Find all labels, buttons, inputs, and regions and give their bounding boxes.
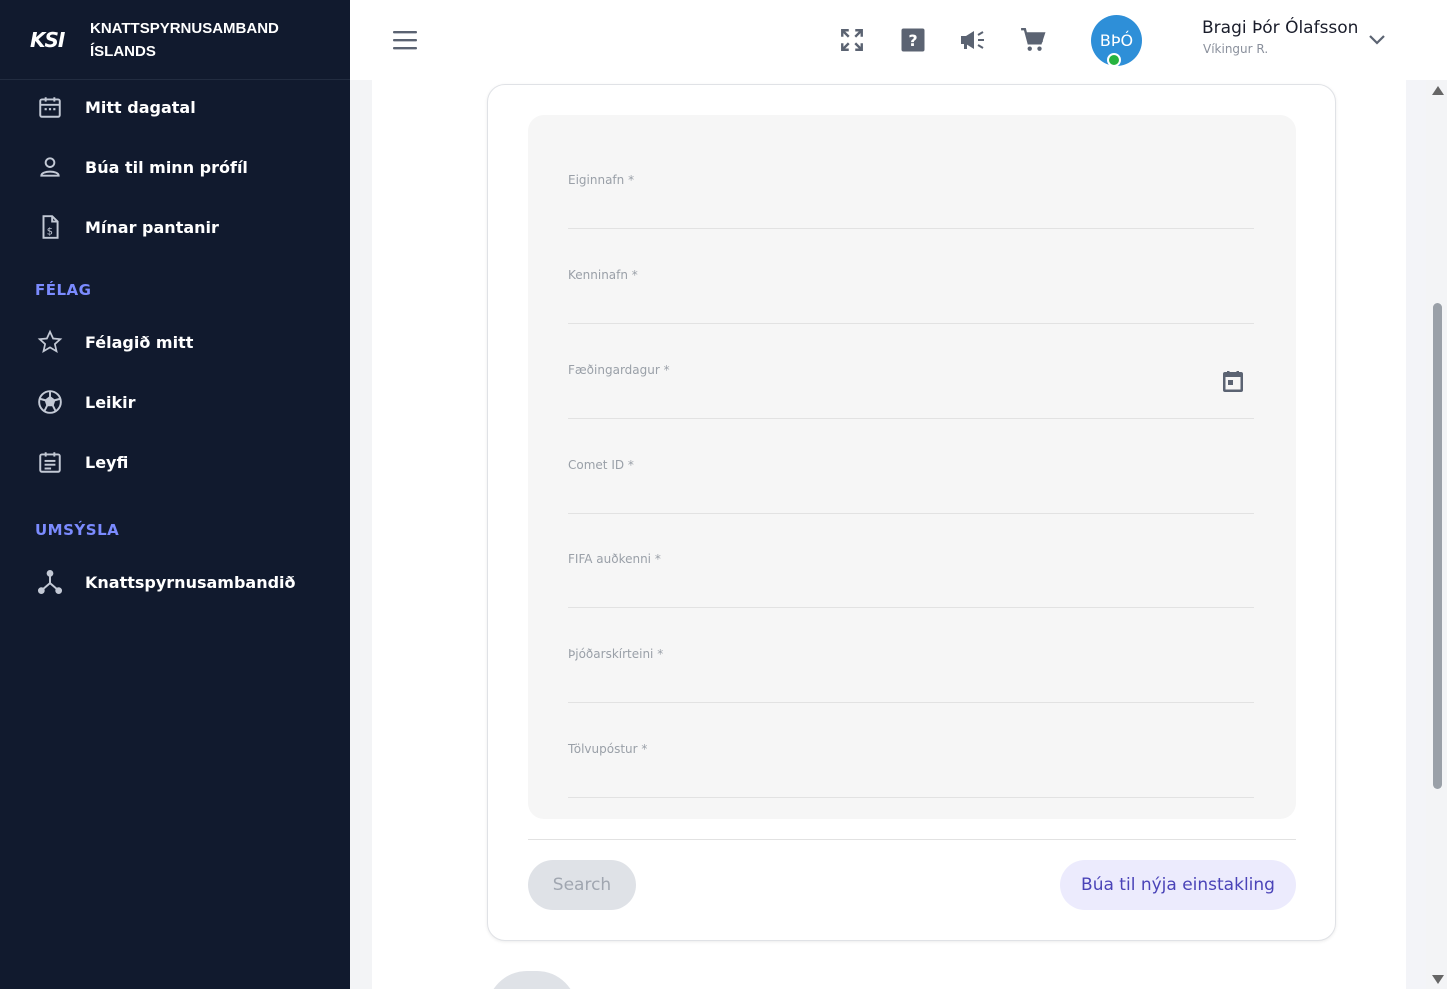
topbar: ? BÞÓ Bragi Þór Ólafsson Víkingur R.: [350, 0, 1447, 80]
svg-text:$: $: [47, 227, 53, 238]
announcement-icon[interactable]: [958, 25, 988, 55]
eiginnafn-field[interactable]: Eiginnafn *: [568, 140, 1254, 229]
partially-visible-button[interactable]: [487, 971, 577, 989]
sidebar-item-mitt-dagatal[interactable]: Mitt dagatal: [0, 87, 350, 127]
brand-name-line1: KNATTSPYRNUSAMBAND: [90, 19, 279, 37]
sidebar-item-label: Búa til minn prófíl: [85, 157, 248, 177]
menu-icon[interactable]: [390, 25, 420, 55]
star-icon: [37, 329, 63, 355]
section-title-umsysla: UMSÝSLA: [35, 521, 120, 539]
field-label: FIFA auðkenni *: [568, 552, 661, 566]
search-button[interactable]: Search: [528, 860, 636, 910]
divider: [528, 839, 1296, 840]
national-id-field[interactable]: Þjóðarskírteini *: [568, 614, 1254, 703]
invoice-icon: $: [37, 214, 63, 240]
field-label: Eiginnafn *: [568, 173, 635, 187]
license-icon: [37, 449, 63, 475]
search-person-card: Eiginnafn * Kenninafn * Fæðingardagur * …: [487, 84, 1336, 941]
brand-name-line2: ÍSLANDS: [90, 42, 156, 60]
avatar-initials: BÞÓ: [1099, 31, 1134, 50]
sidebar-item-label: Félagið mitt: [85, 332, 194, 352]
brand-header[interactable]: KSI KNATTSPYRNUSAMBAND ÍSLANDS: [0, 0, 350, 80]
user-name[interactable]: Bragi Þór Ólafsson: [1202, 18, 1358, 38]
online-status-indicator: [1107, 53, 1121, 67]
faedingardagur-field[interactable]: Fæðingardagur *: [568, 330, 1254, 419]
sidebar-item-label: Mínar pantanir: [85, 217, 219, 237]
section-title-felag: FÉLAG: [35, 281, 92, 299]
search-form-panel: Eiginnafn * Kenninafn * Fæðingardagur * …: [528, 115, 1296, 819]
chevron-down-icon[interactable]: [1362, 25, 1392, 55]
calendar-icon[interactable]: [1222, 369, 1244, 397]
sidebar-item-label: Leyfi: [85, 452, 129, 472]
cart-icon[interactable]: [1018, 25, 1048, 55]
sidebar-item-minar-pantanir[interactable]: $ Mínar pantanir: [0, 207, 350, 247]
scroll-thumb[interactable]: [1433, 303, 1442, 789]
sidebar: KSI KNATTSPYRNUSAMBAND ÍSLANDS Mitt daga…: [0, 0, 350, 989]
sidebar-item-leyfi[interactable]: Leyfi: [0, 442, 350, 482]
scrollbar[interactable]: [1406, 80, 1447, 989]
brand-name: KNATTSPYRNUSAMBAND ÍSLANDS: [90, 17, 279, 63]
soccer-ball-icon: [37, 389, 63, 415]
person-icon: [37, 154, 63, 180]
field-label: Fæðingardagur *: [568, 363, 670, 377]
fullscreen-icon[interactable]: [837, 25, 867, 55]
field-label: Tölvupóstur *: [568, 742, 648, 756]
hierarchy-icon: [37, 569, 63, 595]
svg-text:?: ?: [908, 31, 917, 50]
sidebar-item-knattspyrnusambandid[interactable]: Knattspyrnusambandið: [0, 562, 350, 602]
ksi-logo: KSI: [30, 27, 65, 52]
scroll-down-arrow-icon[interactable]: [1430, 973, 1445, 985]
sidebar-item-felagid-mitt[interactable]: Félagið mitt: [0, 322, 350, 362]
comet-id-field[interactable]: Comet ID *: [568, 425, 1254, 514]
scroll-up-arrow-icon[interactable]: [1430, 84, 1445, 96]
create-person-button[interactable]: Búa til nýja einstakling: [1060, 860, 1296, 910]
sidebar-item-label: Knattspyrnusambandið: [85, 572, 296, 592]
user-club: Víkingur R.: [1203, 42, 1269, 56]
sidebar-item-leikir[interactable]: Leikir: [0, 382, 350, 422]
sidebar-item-bua-til-profil[interactable]: Búa til minn prófíl: [0, 147, 350, 187]
calendar-icon: [37, 94, 63, 120]
field-label: Comet ID *: [568, 458, 634, 472]
field-label: Þjóðarskírteini *: [568, 647, 664, 661]
field-label: Kenninafn *: [568, 268, 638, 282]
fifa-id-field[interactable]: FIFA auðkenni *: [568, 519, 1254, 608]
email-field[interactable]: Tölvupóstur *: [568, 709, 1254, 798]
main-content: Eiginnafn * Kenninafn * Fæðingardagur * …: [372, 80, 1406, 989]
sidebar-item-label: Leikir: [85, 392, 136, 412]
kenninafn-field[interactable]: Kenninafn *: [568, 235, 1254, 324]
sidebar-item-label: Mitt dagatal: [85, 97, 196, 117]
help-icon[interactable]: ?: [898, 25, 928, 55]
